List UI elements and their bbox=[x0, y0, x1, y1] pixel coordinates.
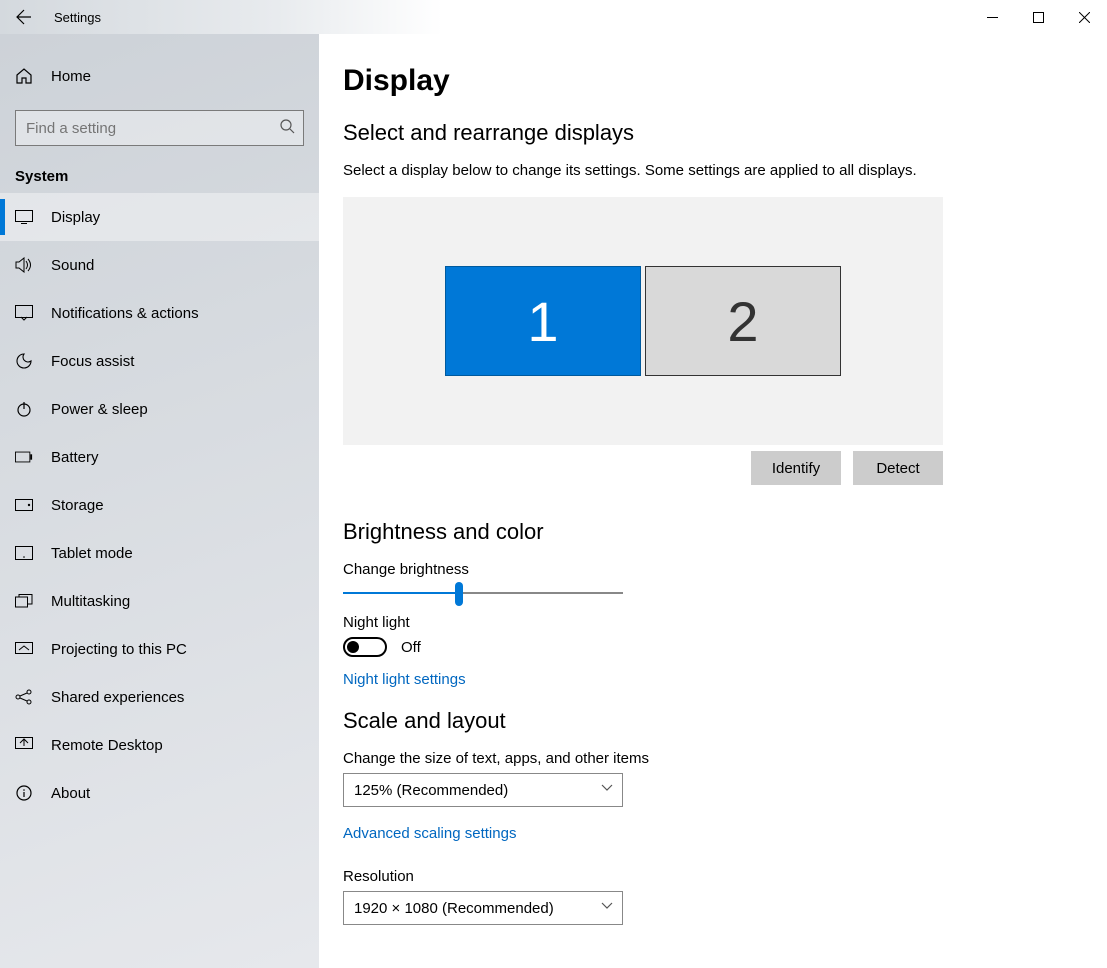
chevron-down-icon bbox=[601, 784, 613, 792]
search-icon bbox=[280, 119, 295, 134]
sidebar: Home System Display Sound Notifications … bbox=[0, 34, 319, 968]
focus-assist-icon bbox=[15, 352, 33, 370]
page-title: Display bbox=[343, 64, 1083, 98]
chevron-down-icon bbox=[601, 902, 613, 910]
sidebar-item-multitasking[interactable]: Multitasking bbox=[0, 577, 319, 625]
sidebar-item-display[interactable]: Display bbox=[0, 193, 319, 241]
sidebar-item-tablet-mode[interactable]: Tablet mode bbox=[0, 529, 319, 577]
sidebar-item-label: Notifications & actions bbox=[51, 305, 199, 322]
identify-button[interactable]: Identify bbox=[751, 451, 841, 485]
shared-icon bbox=[15, 689, 33, 705]
sidebar-item-label: Projecting to this PC bbox=[51, 641, 187, 658]
sidebar-item-focus-assist[interactable]: Focus assist bbox=[0, 337, 319, 385]
maximize-button[interactable] bbox=[1015, 0, 1061, 34]
arrange-description: Select a display below to change its set… bbox=[343, 162, 1083, 179]
home-icon bbox=[15, 67, 33, 85]
display-arrangement[interactable]: 1 2 bbox=[343, 197, 943, 445]
scale-select-value: 125% (Recommended) bbox=[354, 782, 508, 799]
arrow-left-icon bbox=[16, 9, 32, 25]
display-icon bbox=[15, 210, 33, 224]
window-controls bbox=[969, 0, 1107, 34]
nightlight-state: Off bbox=[401, 639, 421, 656]
section-arrange-heading: Select and rearrange displays bbox=[343, 120, 1083, 146]
battery-icon bbox=[15, 451, 33, 463]
multitasking-icon bbox=[15, 594, 33, 608]
sidebar-item-projecting[interactable]: Projecting to this PC bbox=[0, 625, 319, 673]
sidebar-item-battery[interactable]: Battery bbox=[0, 433, 319, 481]
sidebar-item-label: Storage bbox=[51, 497, 104, 514]
back-button[interactable] bbox=[0, 0, 48, 34]
resolution-select[interactable]: 1920 × 1080 (Recommended) bbox=[343, 891, 623, 925]
content-pane: Display Select and rearrange displays Se… bbox=[319, 34, 1107, 968]
sidebar-item-label: Remote Desktop bbox=[51, 737, 163, 754]
sidebar-item-storage[interactable]: Storage bbox=[0, 481, 319, 529]
minimize-icon bbox=[987, 12, 998, 23]
sidebar-item-remote-desktop[interactable]: Remote Desktop bbox=[0, 721, 319, 769]
sidebar-item-sound[interactable]: Sound bbox=[0, 241, 319, 289]
sidebar-item-label: About bbox=[51, 785, 90, 802]
brightness-label: Change brightness bbox=[343, 561, 1083, 578]
display-button-row: Identify Detect bbox=[343, 451, 943, 485]
nightlight-settings-link[interactable]: Night light settings bbox=[343, 671, 466, 688]
sidebar-item-label: Sound bbox=[51, 257, 94, 274]
resolution-select-value: 1920 × 1080 (Recommended) bbox=[354, 900, 554, 917]
scale-select[interactable]: 125% (Recommended) bbox=[343, 773, 623, 807]
storage-icon bbox=[15, 499, 33, 511]
about-icon bbox=[15, 785, 33, 801]
maximize-icon bbox=[1033, 12, 1044, 23]
home-button[interactable]: Home bbox=[0, 54, 319, 98]
sidebar-item-label: Shared experiences bbox=[51, 689, 184, 706]
remote-desktop-icon bbox=[15, 737, 33, 753]
sound-icon bbox=[15, 257, 33, 273]
detect-button[interactable]: Detect bbox=[853, 451, 943, 485]
scale-size-label: Change the size of text, apps, and other… bbox=[343, 750, 1083, 767]
section-scale-heading: Scale and layout bbox=[343, 708, 1083, 734]
notifications-icon bbox=[15, 305, 33, 321]
sidebar-item-label: Power & sleep bbox=[51, 401, 148, 418]
minimize-button[interactable] bbox=[969, 0, 1015, 34]
section-brightness-heading: Brightness and color bbox=[343, 519, 1083, 545]
projecting-icon bbox=[15, 642, 33, 656]
window-title: Settings bbox=[48, 10, 969, 25]
close-icon bbox=[1079, 12, 1090, 23]
sidebar-item-notifications[interactable]: Notifications & actions bbox=[0, 289, 319, 337]
tablet-icon bbox=[15, 546, 33, 560]
sidebar-item-label: Multitasking bbox=[51, 593, 130, 610]
sidebar-item-shared-experiences[interactable]: Shared experiences bbox=[0, 673, 319, 721]
sidebar-item-label: Tablet mode bbox=[51, 545, 133, 562]
nightlight-label: Night light bbox=[343, 614, 1083, 631]
display-2[interactable]: 2 bbox=[645, 266, 841, 376]
brightness-slider[interactable] bbox=[343, 592, 1083, 594]
search-input[interactable] bbox=[15, 110, 304, 146]
resolution-label: Resolution bbox=[343, 868, 1083, 885]
sidebar-item-label: Focus assist bbox=[51, 353, 134, 370]
sidebar-item-label: Battery bbox=[51, 449, 99, 466]
search-container bbox=[0, 98, 319, 146]
nightlight-toggle[interactable] bbox=[343, 637, 387, 657]
sidebar-item-power-sleep[interactable]: Power & sleep bbox=[0, 385, 319, 433]
sidebar-nav: Display Sound Notifications & actions Fo… bbox=[0, 193, 319, 817]
titlebar: Settings bbox=[0, 0, 1107, 34]
display-1[interactable]: 1 bbox=[445, 266, 641, 376]
home-label: Home bbox=[51, 68, 91, 85]
power-icon bbox=[15, 401, 33, 417]
close-button[interactable] bbox=[1061, 0, 1107, 34]
sidebar-item-about[interactable]: About bbox=[0, 769, 319, 817]
sidebar-item-label: Display bbox=[51, 209, 100, 226]
advanced-scaling-link[interactable]: Advanced scaling settings bbox=[343, 825, 516, 842]
sidebar-category: System bbox=[0, 146, 319, 193]
